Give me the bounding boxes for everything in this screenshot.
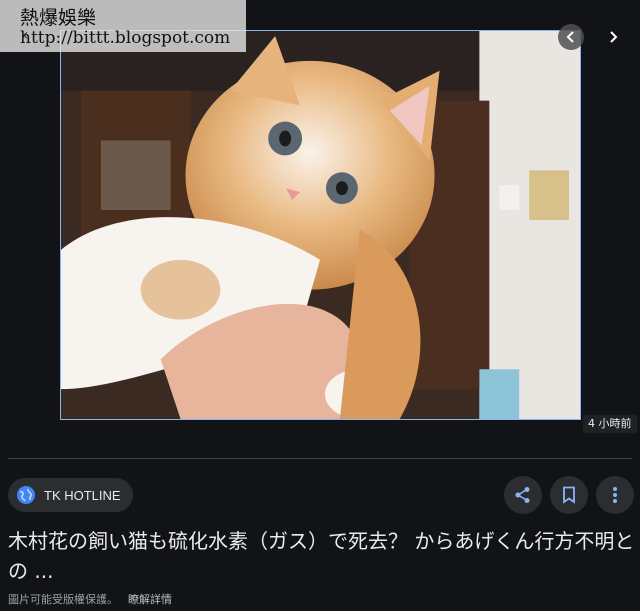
time-badge: 4 小時前 — [583, 415, 637, 433]
source-name: TK HOTLINE — [44, 487, 121, 503]
chevron-left-icon — [566, 31, 574, 43]
share-icon — [515, 487, 530, 503]
watermark-title: 熱爆娛樂 — [20, 7, 97, 29]
image-preview[interactable] — [60, 30, 581, 420]
result-headline[interactable]: 木村花の飼い猫も硫化水素（ガス）で死去？ からあげくん行方不明との ... — [8, 526, 636, 586]
save-button[interactable] — [550, 476, 588, 514]
more-vert-icon — [613, 487, 617, 503]
learn-more-link[interactable]: 瞭解詳情 — [128, 591, 172, 607]
globe-icon — [17, 486, 35, 504]
watermark-overlay: 熱爆娛樂 ‹ http://bittt.blogspot.com — [0, 0, 246, 52]
kitten-image — [61, 31, 580, 419]
next-image-button[interactable] — [600, 24, 626, 50]
share-button[interactable] — [504, 476, 542, 514]
source-chip[interactable]: TK HOTLINE — [8, 478, 133, 512]
bookmark-icon — [563, 486, 575, 504]
watermark-url: http://bittt.blogspot.com — [20, 28, 231, 48]
chevron-right-icon — [610, 31, 618, 43]
more-options-button[interactable] — [596, 476, 634, 514]
copyright-notice: 圖片可能受版權保護。 瞭解詳情 — [8, 591, 172, 607]
copyright-text: 圖片可能受版權保護。 — [8, 593, 118, 606]
previous-image-button[interactable] — [558, 24, 584, 50]
divider — [8, 458, 632, 459]
